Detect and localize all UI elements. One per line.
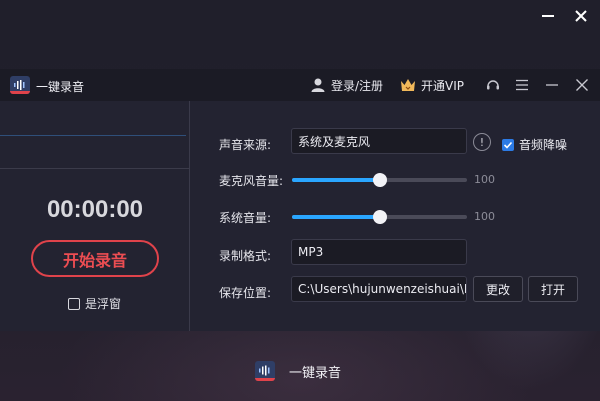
close-icon[interactable] bbox=[571, 6, 591, 26]
source-value: 系统及麦克风 bbox=[298, 134, 371, 149]
format-select[interactable]: MP3 bbox=[291, 239, 467, 265]
save-path-value: C:\Users\hujunwenzeishuai\De bbox=[298, 282, 467, 296]
save-path-field[interactable]: C:\Users\hujunwenzeishuai\De bbox=[291, 276, 467, 302]
recorder-panel: 00:00:00 开始录音 是浮窗 bbox=[0, 101, 190, 331]
source-select[interactable]: 系统及麦克风 bbox=[291, 128, 467, 154]
slider-handle[interactable] bbox=[372, 173, 387, 187]
mic-volume-value: 100 bbox=[474, 173, 495, 186]
crown-icon bbox=[401, 79, 415, 91]
source-label: 声音来源: bbox=[219, 138, 272, 152]
divider bbox=[0, 135, 186, 136]
vip-button[interactable]: 开通VIP bbox=[400, 76, 464, 94]
mic-volume-label: 麦克风音量: bbox=[219, 174, 284, 188]
denoise-label: 音频降噪 bbox=[519, 138, 568, 152]
slider-fill bbox=[292, 178, 380, 182]
slider-fill bbox=[292, 215, 380, 219]
login-button[interactable]: 登录/注册 bbox=[310, 76, 383, 94]
logo-icon bbox=[10, 76, 30, 94]
slider-handle[interactable] bbox=[372, 210, 387, 224]
title-bar: 一键录音 登录/注册 开通VIP bbox=[0, 69, 600, 101]
check-icon bbox=[503, 141, 513, 149]
divider bbox=[0, 168, 190, 169]
denoise-checkbox[interactable] bbox=[502, 138, 514, 151]
logo-icon bbox=[255, 361, 275, 381]
system-volume-value: 100 bbox=[474, 210, 495, 223]
minimize-icon[interactable] bbox=[538, 6, 558, 26]
vip-label: 开通VIP bbox=[421, 78, 464, 93]
settings-panel: 声音来源: 系统及麦克风 ! 音频降噪 麦克风音量: 100 系统音量: 100… bbox=[191, 101, 600, 331]
denoise-toggle[interactable]: 音频降噪 bbox=[502, 136, 567, 153]
minimize-icon[interactable] bbox=[544, 77, 560, 93]
close-icon[interactable] bbox=[574, 77, 590, 93]
system-volume-label: 系统音量: bbox=[219, 211, 272, 225]
info-icon[interactable]: ! bbox=[473, 133, 491, 151]
user-icon bbox=[311, 78, 325, 92]
footer-branding: 一键录音 bbox=[255, 361, 341, 381]
app-window: 一键录音 登录/注册 开通VIP 00:00:00 开始录音 是浮窗 声音来源:… bbox=[0, 69, 600, 331]
footer-app-name: 一键录音 bbox=[289, 365, 342, 381]
start-recording-button[interactable]: 开始录音 bbox=[31, 240, 159, 277]
open-folder-button[interactable]: 打开 bbox=[528, 276, 578, 302]
app-title: 一键录音 bbox=[36, 80, 85, 94]
floating-window-checkbox[interactable] bbox=[68, 297, 80, 310]
mic-volume-slider[interactable] bbox=[292, 173, 467, 187]
support-icon[interactable] bbox=[485, 77, 501, 93]
format-label: 录制格式: bbox=[219, 249, 272, 263]
change-path-button[interactable]: 更改 bbox=[473, 276, 523, 302]
format-value: MP3 bbox=[298, 245, 324, 259]
save-path-label: 保存位置: bbox=[219, 286, 272, 300]
floating-window-label: 是浮窗 bbox=[85, 297, 122, 311]
menu-icon[interactable] bbox=[514, 77, 530, 93]
system-volume-slider[interactable] bbox=[292, 210, 467, 224]
recording-timer: 00:00:00 bbox=[46, 196, 144, 223]
floating-window-toggle[interactable]: 是浮窗 bbox=[68, 295, 121, 312]
login-label: 登录/注册 bbox=[331, 78, 384, 93]
